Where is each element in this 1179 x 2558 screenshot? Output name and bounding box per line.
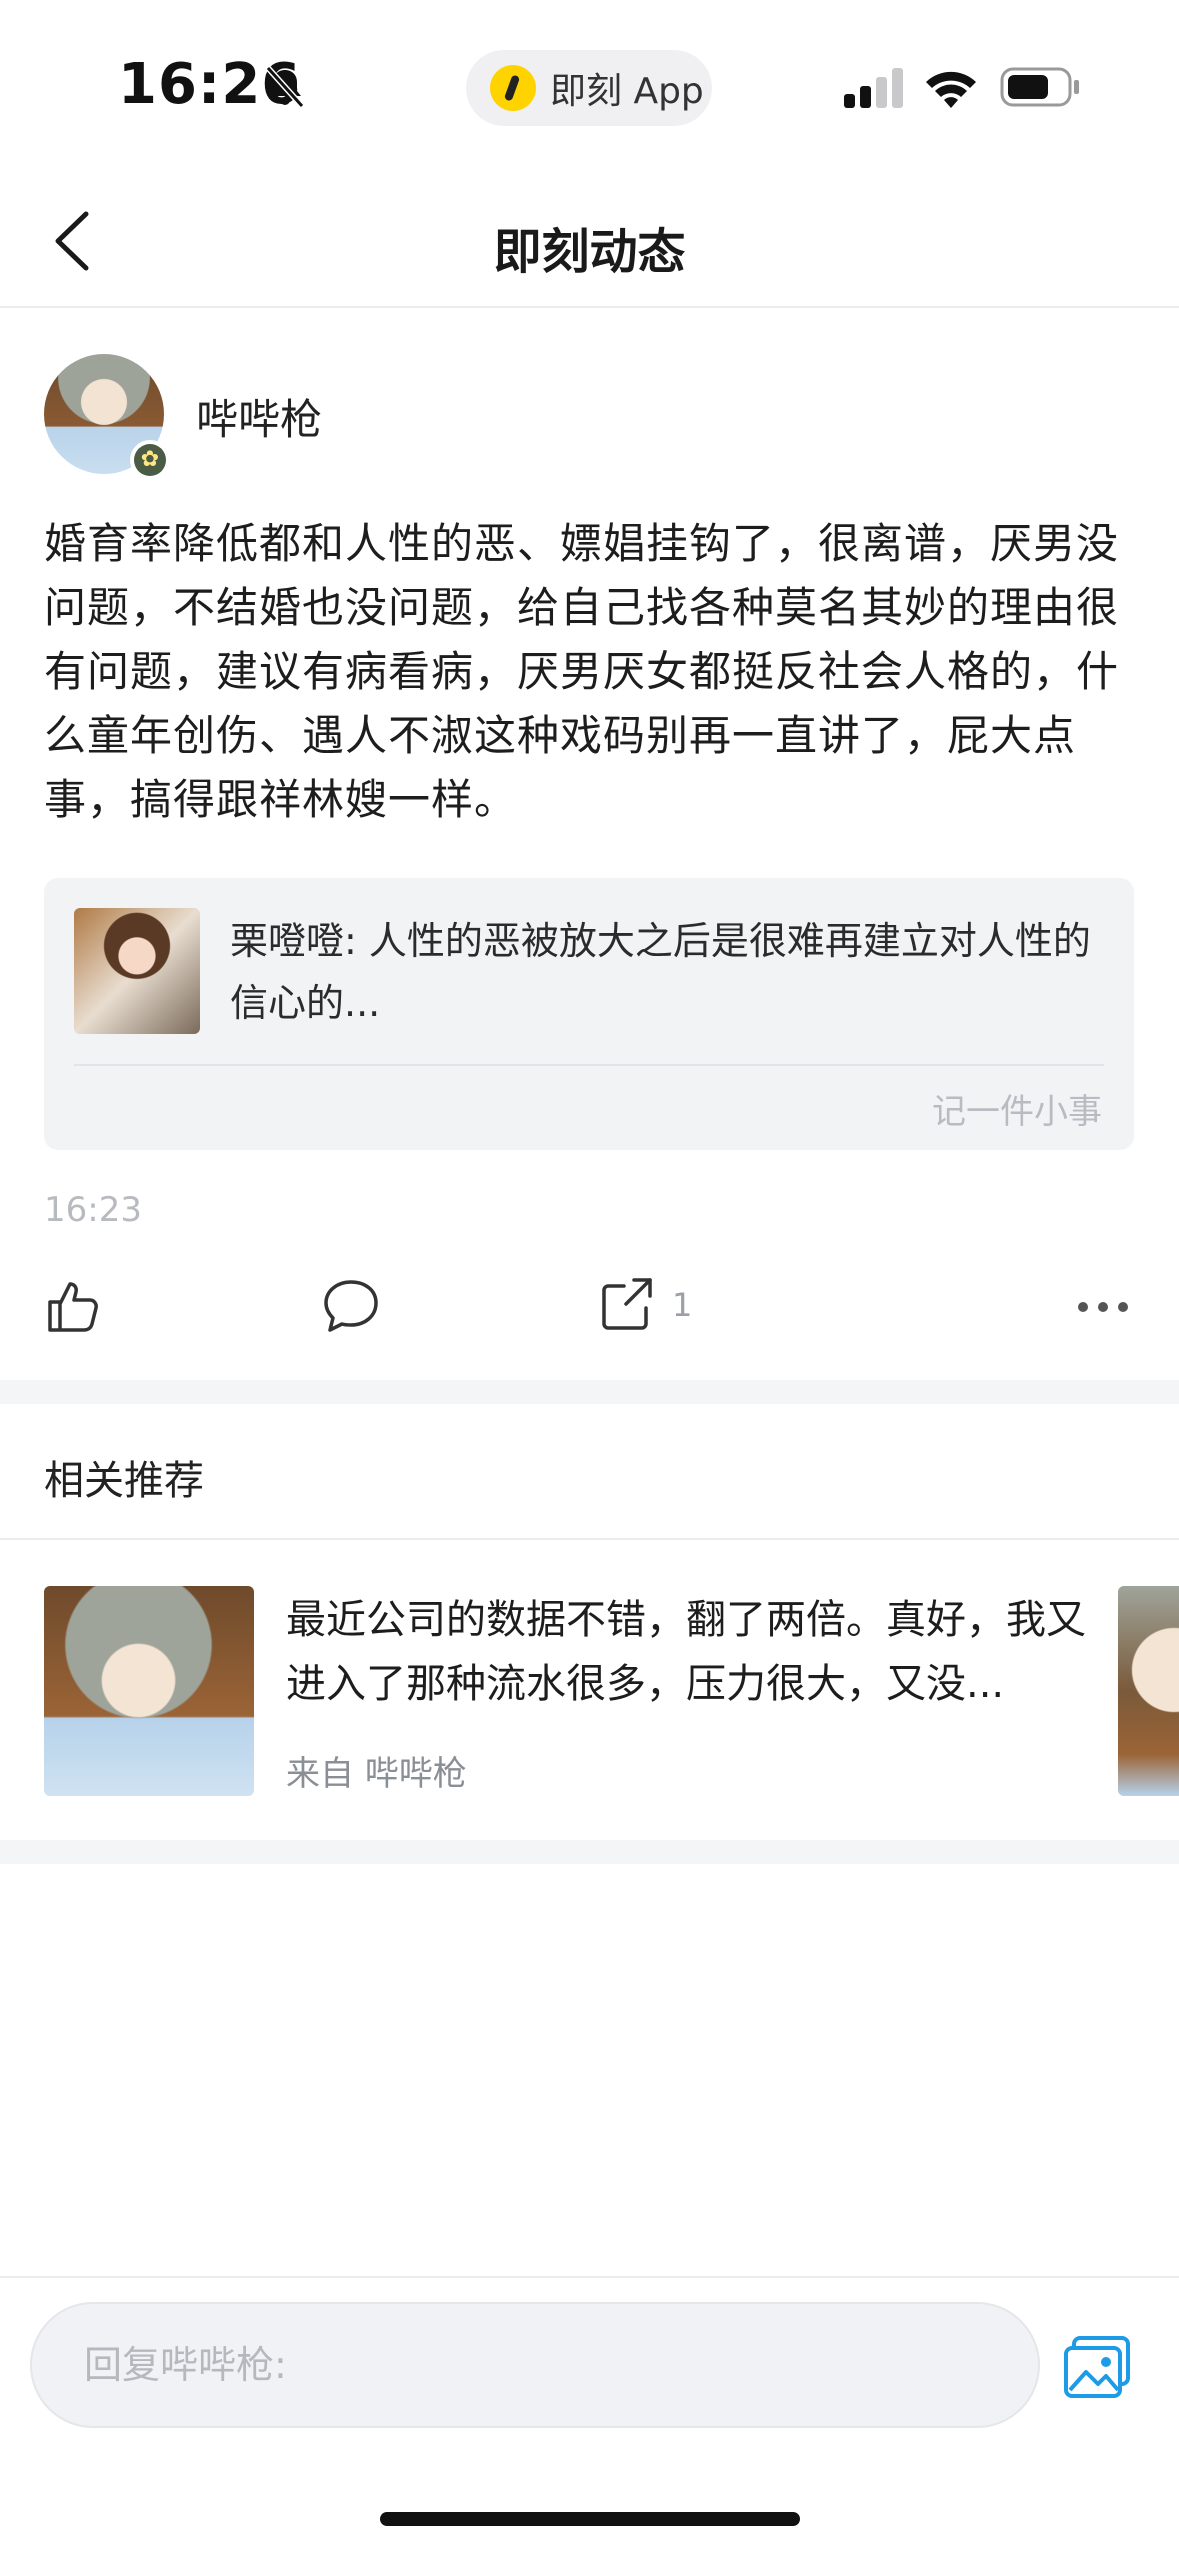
app-return-label: 即刻 App: [550, 71, 704, 112]
related-item-thumbnail[interactable]: [44, 1586, 254, 1796]
image-icon[interactable]: [1062, 2334, 1132, 2400]
section-separator: [0, 1380, 1179, 1404]
flower-badge-icon: ✿: [134, 444, 166, 476]
related-item-next-thumbnail[interactable]: [1118, 1586, 1179, 1796]
post-timestamp: 16:23: [44, 1190, 142, 1230]
related-divider: [0, 1538, 1179, 1540]
quoted-post-thumbnail: [74, 908, 200, 1034]
signal-icon: [844, 68, 903, 108]
related-section-title: 相关推荐: [44, 1458, 204, 1504]
app-return-pill[interactable]: 即刻 App: [466, 50, 712, 126]
reply-input[interactable]: 回复哔哔枪:: [30, 2302, 1040, 2428]
like-icon[interactable]: [46, 1278, 104, 1334]
bell-slash-icon: [265, 65, 305, 109]
page-title: 即刻动态: [493, 224, 686, 280]
quoted-post-text: 栗噔噔: 人性的恶被放大之后是很难再建立对人性的信心的...: [230, 919, 1091, 1025]
battery-icon: [1000, 67, 1079, 107]
related-item-text[interactable]: 最近公司的数据不错，翻了两倍。真好，我又进入了那种流水很多，压力很大，又没...: [286, 1588, 1086, 1716]
quote-divider: [74, 1064, 1104, 1066]
quoted-topic-label[interactable]: 记一件小事: [0, 1084, 1102, 1133]
section-separator-bottom: [0, 1840, 1179, 1864]
share-icon[interactable]: [600, 1276, 654, 1332]
wifi-icon: [926, 71, 976, 108]
post-content: 婚育率降低都和人性的恶、嫖娼挂钩了，很离谱，厌男没问题，不结婚也没问题，给自己找…: [44, 519, 1120, 824]
comment-icon[interactable]: [322, 1278, 380, 1334]
home-indicator[interactable]: [380, 2512, 800, 2526]
related-item-source: 来自 哔哔枪: [286, 1754, 467, 1794]
header-divider: [0, 306, 1179, 308]
share-count: 1: [672, 1286, 693, 1324]
post-username[interactable]: 哔哔枪: [196, 386, 322, 447]
jike-logo-icon: [490, 65, 536, 111]
more-icon[interactable]: [1076, 1300, 1130, 1314]
